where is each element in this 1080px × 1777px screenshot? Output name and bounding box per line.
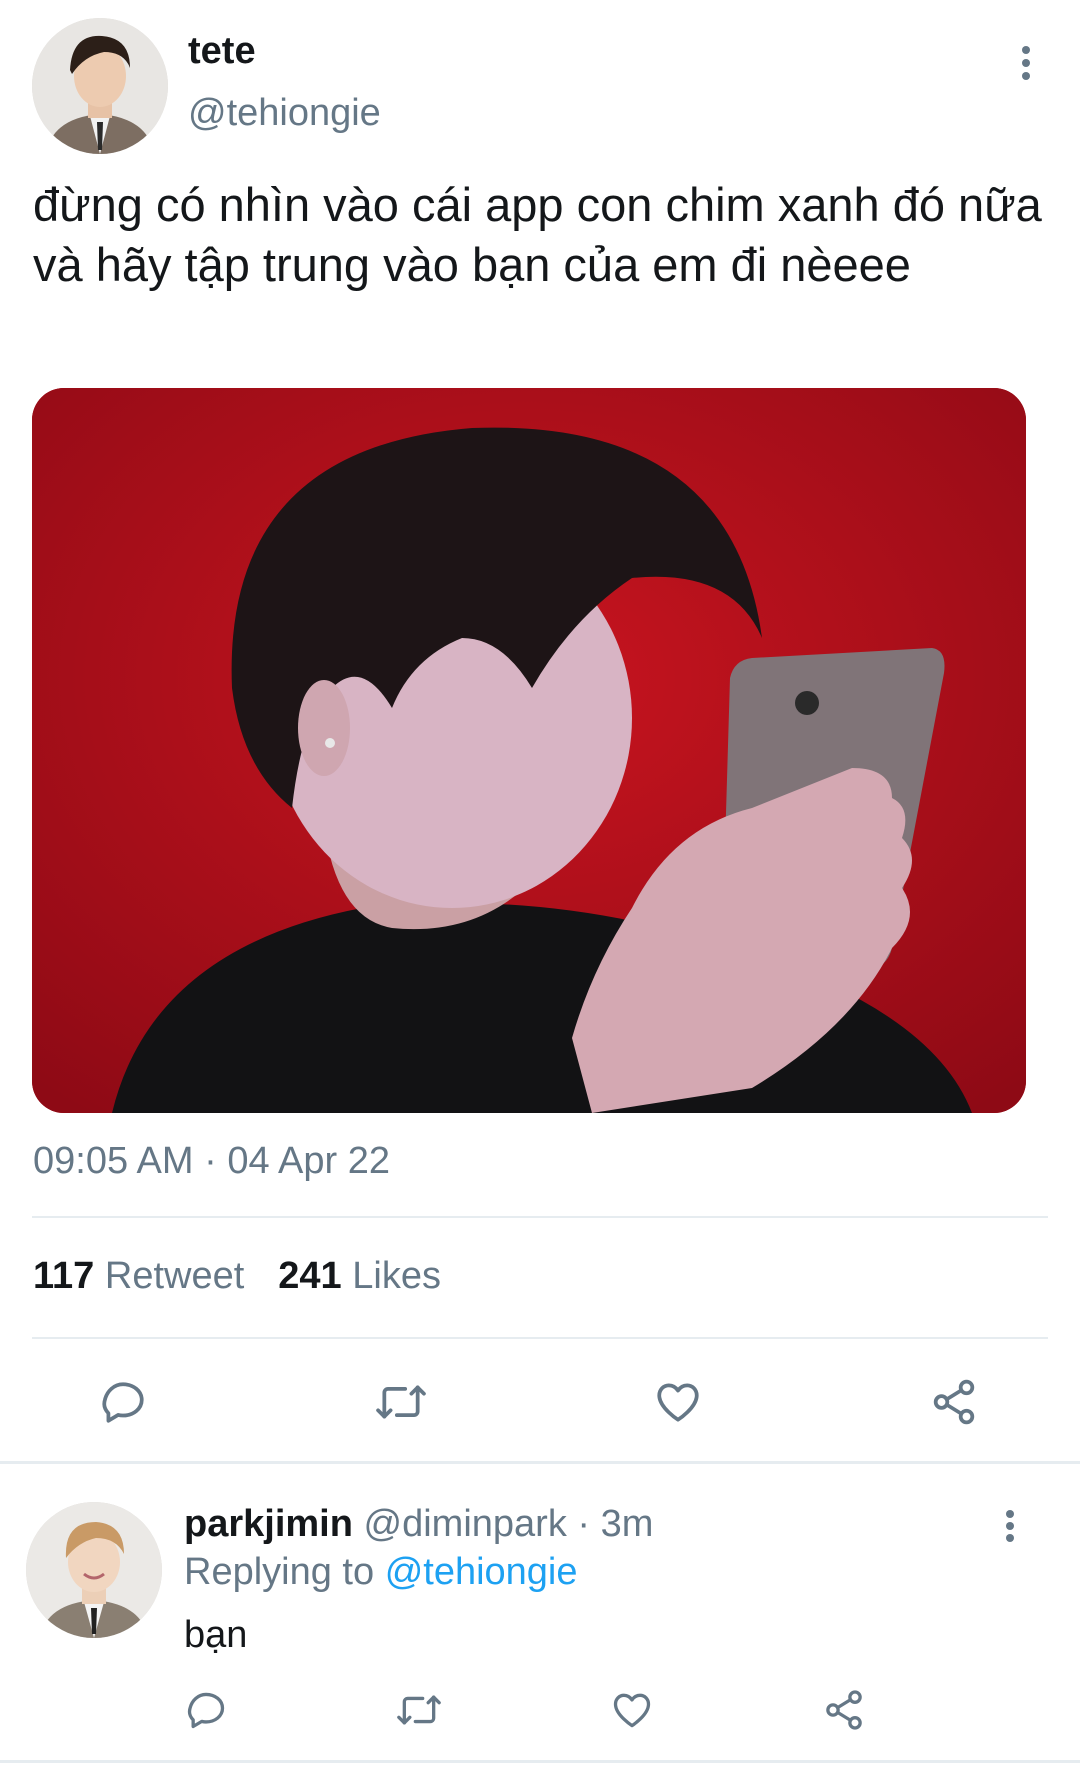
- likes-label[interactable]: Likes: [352, 1255, 441, 1297]
- reply-retweet-icon[interactable]: [394, 1688, 444, 1732]
- tweet-stats: 117 Retweet 241 Likes: [33, 1255, 441, 1298]
- reply-time: · 3m: [577, 1503, 654, 1545]
- retweet-icon[interactable]: [373, 1377, 429, 1427]
- reply-header: parkjimin @diminpark · 3m: [184, 1503, 653, 1546]
- tweet-image[interactable]: [32, 388, 1026, 1113]
- reply-author-avatar[interactable]: [26, 1502, 162, 1638]
- divider: [32, 1216, 1048, 1218]
- reply-icon[interactable]: [98, 1377, 148, 1427]
- tweet-timestamp: 09:05 AM · 04 Apr 22: [33, 1140, 391, 1182]
- bottom-divider: [0, 1760, 1080, 1763]
- retweet-label[interactable]: Retweet: [105, 1255, 244, 1297]
- replying-to-label: Replying to: [184, 1551, 375, 1593]
- reply-share-icon[interactable]: [822, 1688, 866, 1732]
- retweet-count[interactable]: 117: [33, 1255, 94, 1297]
- reply-author-handle[interactable]: @diminpark: [364, 1503, 567, 1545]
- divider: [32, 1337, 1048, 1339]
- like-icon[interactable]: [652, 1377, 704, 1427]
- replying-to-link[interactable]: @tehiongie: [385, 1551, 578, 1593]
- author-handle[interactable]: @tehiongie: [188, 92, 381, 135]
- tweet-text: đừng có nhìn vào cái app con chim xanh đ…: [33, 178, 1042, 291]
- more-options-icon[interactable]: [1020, 46, 1032, 80]
- reply-reply-icon[interactable]: [184, 1688, 228, 1732]
- reply-more-options-icon[interactable]: [1004, 1510, 1016, 1542]
- reply-like-icon[interactable]: [610, 1688, 654, 1732]
- author-name[interactable]: tete: [188, 30, 256, 73]
- reply-author-name[interactable]: parkjimin: [184, 1503, 353, 1545]
- share-icon[interactable]: [928, 1377, 980, 1427]
- author-avatar[interactable]: [32, 18, 168, 154]
- likes-count[interactable]: 241: [278, 1255, 341, 1297]
- replying-to: Replying to @tehiongie: [184, 1551, 578, 1594]
- section-divider: [0, 1461, 1080, 1464]
- reply-text: bạn: [184, 1614, 248, 1656]
